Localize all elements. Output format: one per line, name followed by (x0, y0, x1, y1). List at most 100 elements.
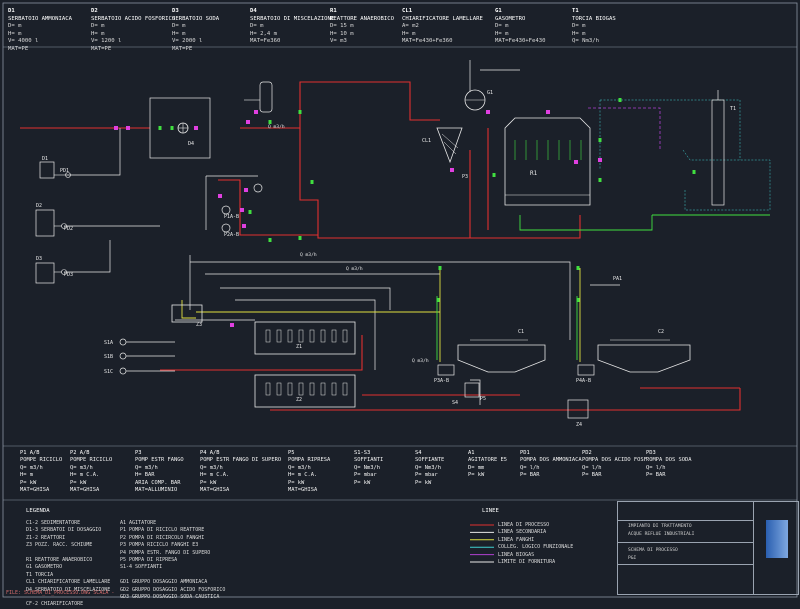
diffuser (276, 382, 282, 396)
spec-line: Q= m3/h (70, 464, 93, 471)
spec-line: Q= m3/h (288, 464, 311, 471)
instrument-marker (298, 236, 302, 240)
process-lines (20, 81, 741, 411)
spec-line: Q= m3/h (200, 464, 223, 471)
valve-marker (230, 323, 234, 327)
valve-marker (126, 126, 130, 130)
dosing-tank-d3: D3 PD3 (35, 256, 73, 284)
diffuser (298, 329, 304, 343)
legend-entry: C1-2 SEDIMENTATORE (26, 520, 81, 526)
legend-entry: CL1 CHIARIFICATORE LAMELLARE (26, 579, 111, 586)
lines-legend-title: LINEE (482, 508, 499, 514)
pd2-label: PD2 (64, 226, 73, 232)
lines-legend-items: LINEA DI PROCESSO LINEA SECONDARIA LINEA F… (498, 522, 573, 566)
d2-label: D2 (36, 203, 42, 209)
instrument-marker (248, 210, 252, 214)
legend-entry (120, 572, 225, 579)
flow-label-1: Q m3/h (346, 266, 363, 272)
instrument-marker (598, 178, 602, 182)
t1-label: T1 (730, 106, 736, 112)
spec-line: P= mbar (354, 472, 377, 479)
d4-label: D4 (188, 141, 194, 147)
p5-label: P5 (480, 396, 486, 402)
diffuser (287, 329, 293, 343)
d1-label: D1 (42, 156, 48, 162)
spec-line: H= m C.A. (200, 472, 230, 479)
spec-tag: PD3 (646, 450, 656, 456)
clarifier-c2: C2 (597, 329, 691, 373)
spec-title: POMP ESTR FANGO (135, 457, 184, 464)
lamella-clarifier-cl1: CL1 (422, 127, 463, 164)
secondary-lines (64, 60, 620, 405)
dosing-tank-d1: D1 PD1 (39, 156, 71, 179)
lines-legend-samples (470, 524, 494, 563)
spec-title: POMPA DOS AMMONIACA (520, 457, 582, 464)
flow-label-3: Q m3/h (412, 358, 429, 364)
pit-z3: Z3 (171, 304, 203, 328)
lines-legend-item: LINEA FANGHI (498, 536, 535, 543)
spec-line: Q= l/h (582, 464, 602, 471)
legend-entry: Z3 POZZ. RACC. SCHIUME (26, 542, 93, 549)
instrument-marker (492, 173, 496, 177)
legend-entry: GD2 GRUPPO DOSAGGIO ACIDO FOSFORICO (120, 586, 226, 593)
r1-label: R1 (530, 170, 538, 177)
legend-entry: P5 POMPA DI RIPRESA (120, 557, 178, 564)
diffuser-grid (265, 140, 582, 396)
p2ab-label: P2A-B (224, 232, 239, 238)
spec-line: P= BAR (646, 472, 666, 479)
instrument-marker (576, 298, 580, 302)
spec-title: POMPA DOS SODA (646, 457, 692, 464)
instrument-marker (298, 110, 302, 114)
drawing-sheet: D1 SERBATOIO AMMONIACA D= m H= m V= 4000 l MA… (0, 0, 800, 607)
lines-legend-item: LINEA BIOGAS (498, 551, 535, 558)
lines-legend: LINEE (482, 508, 499, 515)
legend-title: LEGENDA (26, 508, 50, 514)
spec-line: P= kW (288, 479, 305, 486)
separator-vessel (244, 81, 273, 113)
valve-marker (450, 168, 454, 172)
spec-title: SOFFIANTE (415, 457, 445, 464)
z3-label: Z3 (196, 322, 202, 328)
legend-entry: S1-4 SOFFIANTI (120, 564, 163, 571)
valve-marker (194, 126, 198, 130)
spec-line: P= kW (354, 479, 371, 486)
c2-label: C2 (658, 329, 664, 335)
company-logo (766, 520, 788, 558)
spec-col-pd2: PD2 POMPA DOS ACIDO FOSF. Q= l/h P= BAR (582, 450, 651, 480)
legend-entry: GD1 GRUPPO DOSAGGIO AMMONIACA (120, 579, 208, 586)
spec-line: Q= Nm3/h (354, 464, 380, 471)
diffuser (320, 382, 326, 396)
instrument-marker (692, 170, 696, 174)
diffuser (342, 382, 348, 396)
instrument-marker (158, 126, 162, 130)
p3-label: P3 (462, 174, 468, 180)
spec-line: P= kW (200, 479, 217, 486)
g1-label: G1 (487, 90, 493, 96)
spec-title: AGITATORE E5 (468, 457, 507, 464)
s1b-label: S1B (104, 354, 113, 360)
spec-tag: PD2 (582, 450, 592, 456)
spec-title: SOFFIANTI (354, 457, 384, 464)
lines-legend-item: LINEA DI PROCESSO (498, 522, 550, 528)
valve-marker (244, 188, 248, 192)
clarifier-c1: C1 (457, 329, 546, 373)
logic-lines (599, 99, 771, 211)
valve-marker (486, 110, 490, 114)
spec-title: POMPA DOS ACIDO FOSF. (582, 457, 651, 464)
spec-tag: A1 (468, 450, 475, 456)
instrument-marker (170, 126, 174, 130)
title-row-1: IMPIANTO DI TRATTAMENTO (628, 524, 692, 529)
spec-line: P= kW (468, 472, 485, 479)
instrument-marker (436, 298, 440, 302)
title-row-3: SCHEMA DI PROCESSO (628, 548, 678, 553)
instrument-marker (576, 266, 580, 270)
lines-legend-item: LIMITE DI FORNITURA (498, 559, 556, 566)
legend-entry: CF-2 CHIARIFICATORE (26, 601, 84, 608)
lines-legend-item: LINEA SECONDARIA (498, 529, 547, 536)
c1-label: C1 (518, 329, 524, 335)
valve-marker (242, 224, 246, 228)
spec-line: ARIA COMP. BAR (135, 479, 181, 486)
biogas-lines (588, 107, 661, 150)
spec-title: POMPA RIPRESA (288, 457, 331, 464)
spec-line: MAT=GHISA (288, 487, 318, 494)
